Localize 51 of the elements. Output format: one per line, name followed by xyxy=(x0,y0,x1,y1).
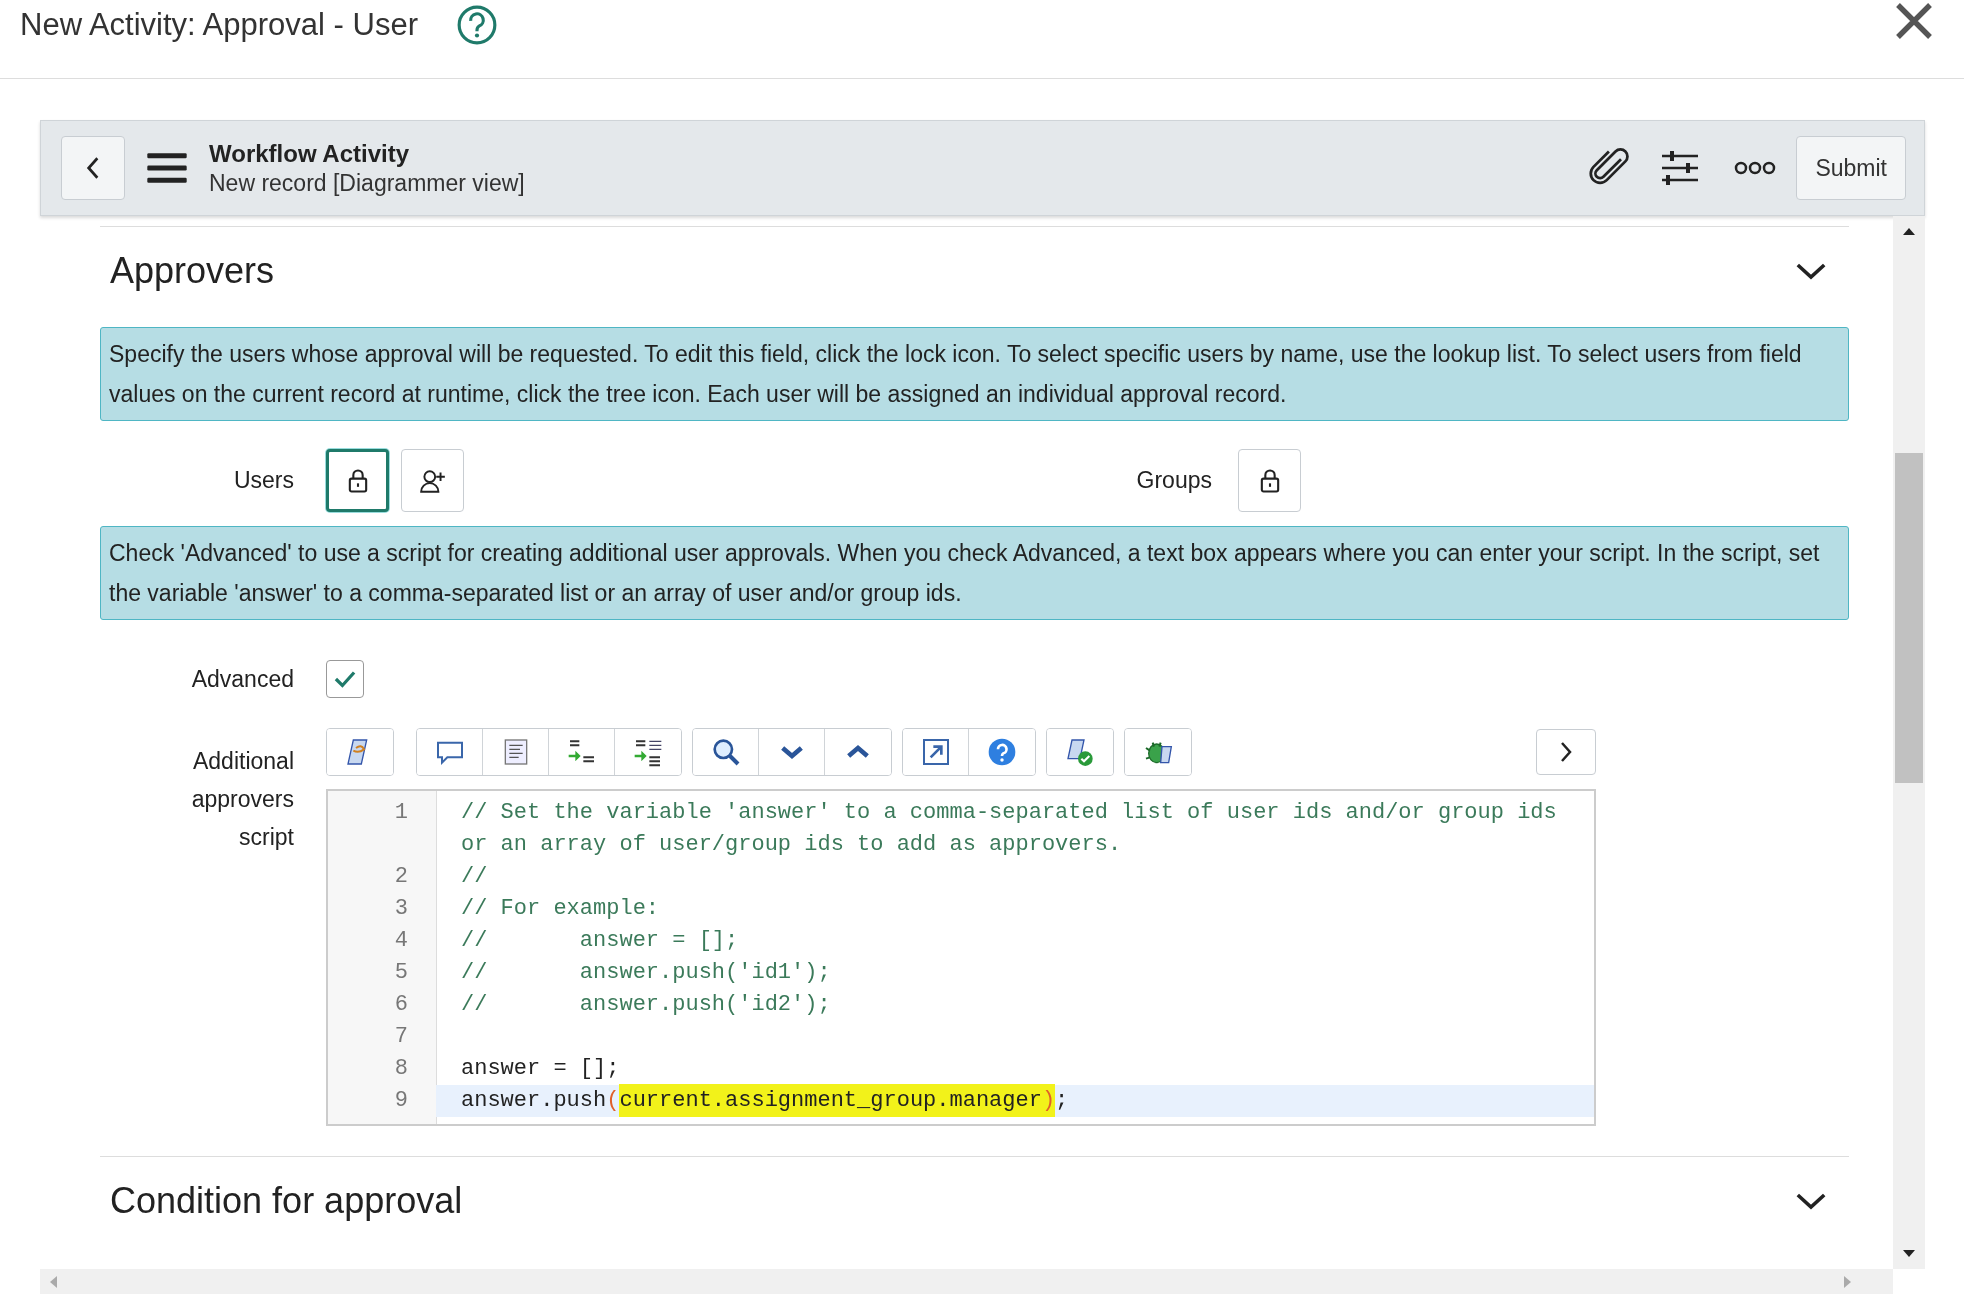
form-title: Workflow Activity xyxy=(209,139,411,168)
code-line: // answer.push('id1'); xyxy=(460,959,832,987)
scroll-down-icon[interactable] xyxy=(1901,1249,1917,1259)
info-message: Check 'Advanced' to use a script for creating additional user approvals. When you check Advanced, a text box appears where you can enter your script. In the script, set the variable 'answer' to a comma-separated list or an array of user and/or group ids. xyxy=(100,526,1849,620)
section-title: Condition for approval xyxy=(110,1180,463,1222)
chevron-right-icon[interactable] xyxy=(1559,740,1573,764)
search-button[interactable] xyxy=(693,729,759,775)
code-line: // Set the variable 'answer' to a comma-separated list of user ids and/or group ids or an array of user/group ids to add as approvers. xyxy=(460,799,1558,859)
section-title: Approvers xyxy=(110,250,275,292)
more-options-icon[interactable] xyxy=(1734,161,1777,175)
info-message: Specify the users whose approval will be requested. To edit this field, click the lock icon. To select specific users by name, use the lookup list. To select users from field values on the current record at runtime, click the tree icon. Each user will be assigned an individual approval record. xyxy=(100,327,1849,421)
line-number: 4 xyxy=(393,927,409,955)
code-line: // For example: xyxy=(460,895,661,923)
line-number: 7 xyxy=(393,1023,409,1051)
add-user-button[interactable] xyxy=(401,449,464,512)
chevron-left-icon[interactable] xyxy=(85,155,101,181)
lock-button[interactable] xyxy=(326,449,389,512)
code-line: // answer = []; xyxy=(460,927,740,955)
comment-button[interactable] xyxy=(417,729,483,775)
menu-icon[interactable] xyxy=(147,152,187,184)
field-label: Additional approvers script xyxy=(190,747,295,852)
line-number: 9 xyxy=(393,1087,409,1115)
line-number: 3 xyxy=(393,895,409,923)
vertical-scrollbar[interactable] xyxy=(1893,216,1925,1269)
line-number: 6 xyxy=(393,991,409,1019)
form-subtitle: New record [Diagrammer view] xyxy=(209,169,525,197)
line-number: 2 xyxy=(393,863,409,891)
field-label: Groups xyxy=(1136,467,1213,494)
script-check-icon[interactable] xyxy=(1064,736,1096,768)
code-line: answer = []; xyxy=(460,1055,621,1083)
script-button[interactable] xyxy=(327,729,393,775)
code-line: // answer.push('id2'); xyxy=(460,991,832,1019)
field-label: Users xyxy=(232,467,295,494)
bug-button[interactable] xyxy=(1125,729,1191,775)
next-button[interactable] xyxy=(1536,729,1596,775)
submit-button[interactable]: Submit xyxy=(1796,136,1906,200)
sliders-icon[interactable] xyxy=(1660,148,1701,188)
line-number: 5 xyxy=(393,959,409,987)
line-number: 8 xyxy=(393,1055,409,1083)
close-icon[interactable] xyxy=(1894,1,1934,41)
code-editor[interactable] xyxy=(326,789,1596,1126)
help-icon[interactable] xyxy=(986,736,1018,768)
dialog-title: New Activity: Approval - User xyxy=(20,7,418,43)
script-check-button[interactable] xyxy=(1047,729,1113,775)
scroll-up-icon[interactable] xyxy=(1901,226,1917,236)
help-icon[interactable] xyxy=(455,4,498,46)
expand-button[interactable] xyxy=(903,729,969,775)
line-number: 1 xyxy=(393,799,409,827)
code-line: // xyxy=(460,863,489,891)
checkbox[interactable] xyxy=(326,660,364,698)
field-label: Advanced xyxy=(190,665,295,693)
